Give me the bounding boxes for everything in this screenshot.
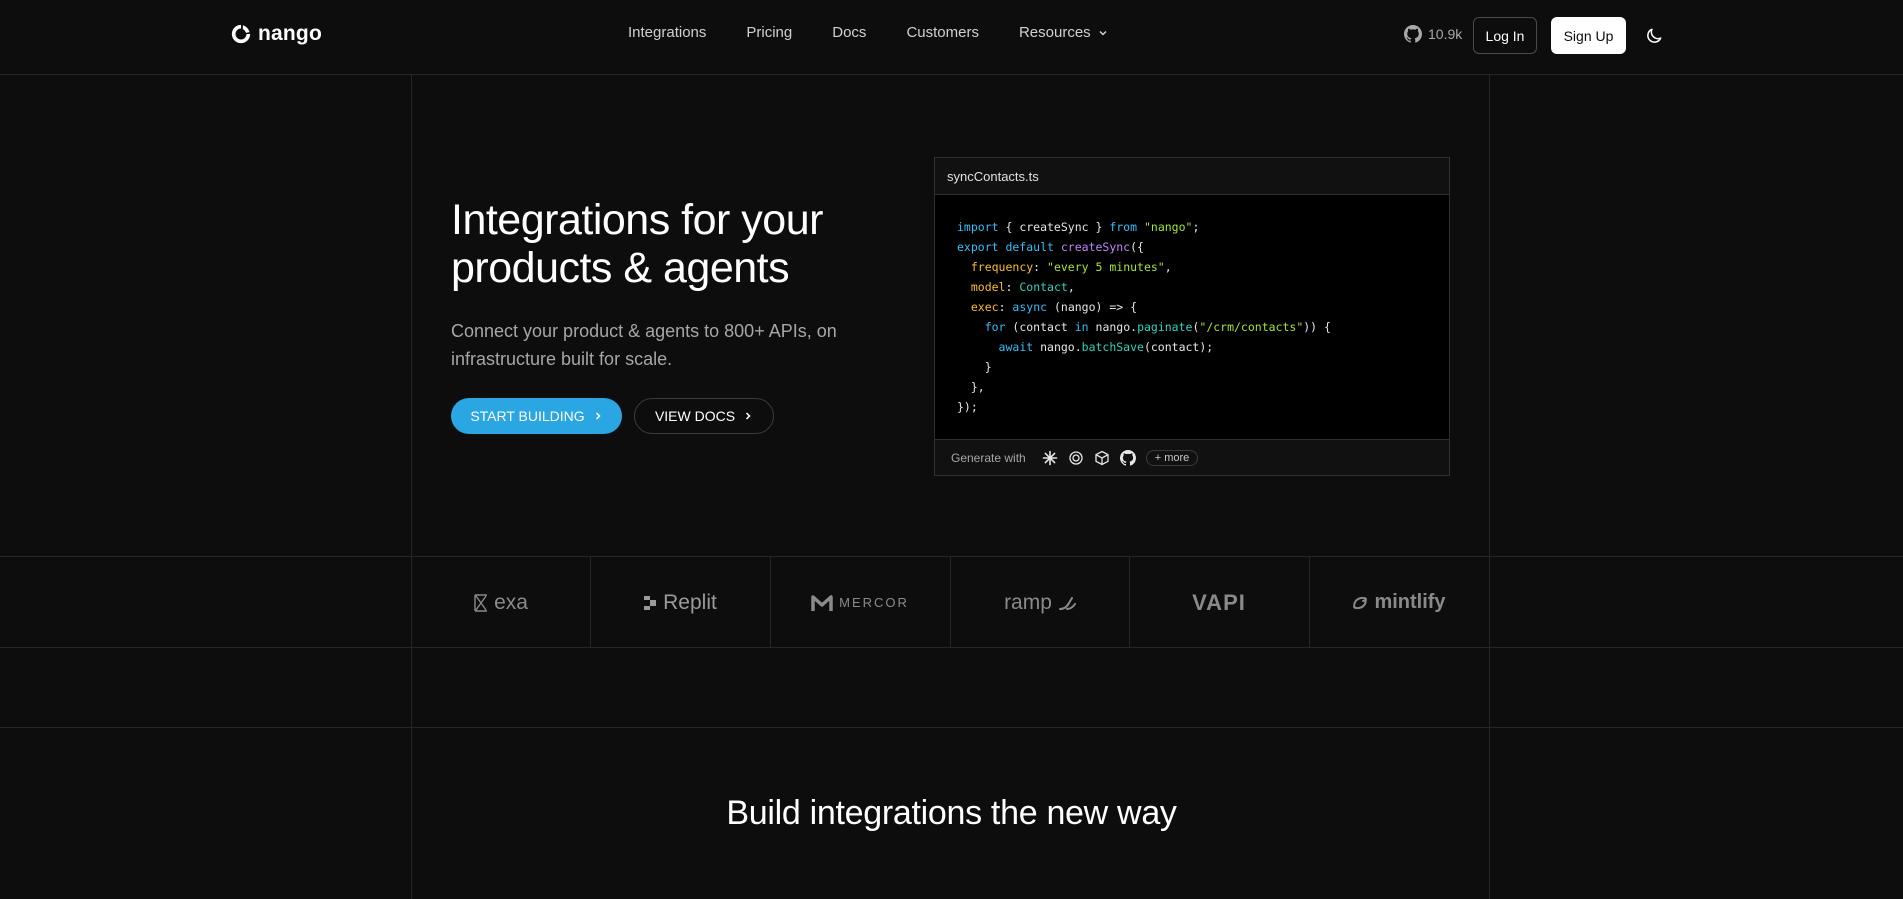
- chevron-right-icon: [595, 412, 601, 420]
- view-docs-label: VIEW DOCS: [654, 408, 736, 424]
- generate-with-label: Generate with: [951, 450, 1026, 465]
- customer-logo-ramp: ramp: [950, 557, 1130, 648]
- nav-pricing[interactable]: Pricing: [746, 24, 792, 41]
- brand-logo[interactable]: nango: [230, 22, 322, 46]
- nav-docs[interactable]: Docs: [832, 24, 866, 41]
- customer-logo-replit: Replit: [590, 557, 770, 648]
- hero-subtitle: Connect your product & agents to 800+ AP…: [451, 317, 881, 373]
- exa-logo-icon: [474, 593, 488, 612]
- github-icon: [1404, 25, 1422, 43]
- more-tools-button[interactable]: + more: [1145, 449, 1199, 466]
- hero-title-line: products & agents: [451, 244, 790, 292]
- code-filename-tab: syncContacts.ts: [935, 158, 1449, 195]
- signup-button[interactable]: Sign Up: [1551, 17, 1626, 54]
- customer-name: exa: [494, 590, 528, 614]
- hero-subtitle-line: Connect your product & agents to 800+ AP…: [451, 321, 837, 341]
- customer-name: ramp: [1004, 590, 1052, 614]
- replit-logo-icon: [644, 595, 657, 610]
- openai-icon[interactable]: [1068, 450, 1084, 466]
- start-building-label: START BUILDING: [470, 408, 585, 424]
- nango-logo-icon: [231, 24, 251, 44]
- customer-logo-exa: exa: [411, 557, 591, 648]
- ramp-logo-icon: [1058, 596, 1076, 610]
- customer-name: MERCOR: [839, 595, 909, 610]
- github-stars-link[interactable]: 10.9k: [1404, 25, 1462, 43]
- nav-resources[interactable]: Resources: [1019, 24, 1109, 41]
- customer-name: Replit: [663, 590, 717, 614]
- customer-logo-vapi: VAPI: [1129, 557, 1309, 648]
- customer-name: VAPI: [1192, 589, 1246, 615]
- hero-subtitle-line: infrastructure built for scale.: [451, 349, 673, 369]
- grid-line-right: [1489, 75, 1490, 899]
- grid-line-left: [411, 75, 412, 899]
- main-nav: Integrations Pricing Docs Customers Reso…: [628, 24, 1109, 41]
- generate-with-bar: Generate with + more: [935, 439, 1449, 475]
- nav-integrations[interactable]: Integrations: [628, 24, 706, 41]
- cube-icon[interactable]: [1094, 450, 1110, 466]
- section-heading: Build integrations the new way: [726, 794, 1177, 832]
- mintlify-logo-icon: [1353, 596, 1368, 609]
- chevron-down-icon: [1099, 30, 1107, 36]
- customer-logo-mintlify: mintlify: [1309, 557, 1489, 648]
- claude-icon[interactable]: [1042, 450, 1058, 466]
- customer-logo-mercor: MERCOR: [770, 557, 950, 648]
- nav-resources-label: Resources: [1018, 24, 1091, 41]
- github-icon[interactable]: [1119, 449, 1136, 466]
- chevron-right-icon: [746, 412, 751, 420]
- hero-title: Integrations for your products & agents: [451, 196, 911, 292]
- view-docs-button[interactable]: VIEW DOCS: [634, 398, 774, 434]
- grid-line-section: [0, 727, 1903, 728]
- github-star-count: 10.9k: [1428, 26, 1463, 42]
- code-example-card: syncContacts.ts import { createSync } fr…: [934, 157, 1450, 476]
- customer-name: mintlify: [1374, 591, 1446, 613]
- start-building-button[interactable]: START BUILDING: [451, 398, 622, 434]
- login-button[interactable]: Log In: [1473, 17, 1537, 54]
- code-snippet: import { createSync } from "nango"; expo…: [957, 220, 1331, 414]
- moon-icon[interactable]: [1644, 26, 1664, 46]
- mercor-logo-icon: [811, 594, 833, 611]
- brand-name: nango: [258, 22, 322, 45]
- hero-title-line: Integrations for your: [451, 196, 823, 244]
- nav-customers[interactable]: Customers: [906, 24, 979, 41]
